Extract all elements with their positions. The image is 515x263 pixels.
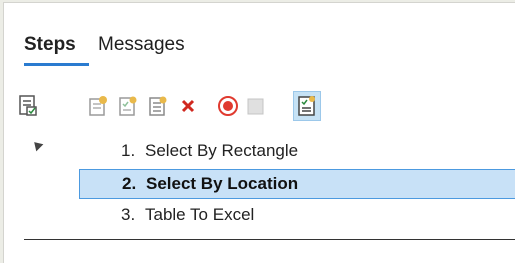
tab-steps[interactable]: Steps [24,34,76,56]
step-label: Select By Rectangle [145,141,299,160]
delete-icon[interactable] [174,91,202,121]
new-step-icon[interactable] [84,91,112,121]
steps-panel: Steps Messages 1. Select By Rectangle 2.… [3,2,515,263]
edit-step-icon[interactable] [114,91,142,121]
active-tab-indicator [24,63,89,66]
properties-icon[interactable] [14,91,42,121]
list-item[interactable]: 3. Table To Excel [79,201,515,231]
copy-step-icon[interactable] [144,91,172,121]
step-label: Table To Excel [145,205,255,224]
step-number: 1. [121,141,136,160]
list-item-selected[interactable]: 2. Select By Location [79,169,515,199]
record-icon[interactable] [214,91,242,121]
tab-messages[interactable]: Messages [98,34,185,56]
step-number: 3. [121,205,136,224]
stop-icon[interactable] [241,91,269,121]
collapse-triangle-icon[interactable] [30,138,44,152]
list-item[interactable]: 1. Select By Rectangle [79,137,515,167]
step-number: 2. [122,174,137,193]
refresh-steps-icon[interactable] [293,91,321,121]
step-label: Select By Location [146,174,299,193]
divider [24,239,515,240]
